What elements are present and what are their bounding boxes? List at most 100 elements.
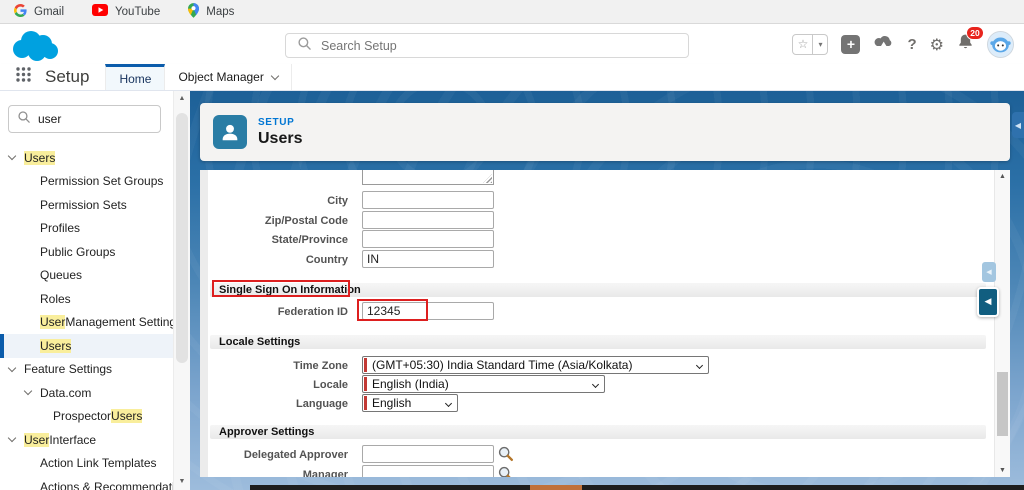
field-label: Zip/Postal Code [200,215,348,227]
sidebar-item-users[interactable]: Users [0,334,173,358]
sidebar-item-action-link-templates[interactable]: Action Link Templates [0,452,173,476]
avatar[interactable] [987,31,1014,58]
notifications-control[interactable]: 20 [957,33,974,55]
user-detail-form: City Zip/Postal Code State/Province Coun… [200,170,1010,477]
locale-select[interactable]: English (India) [362,375,605,393]
form-scrollbar[interactable]: ▲ ▼ [994,170,1010,477]
favorites-star-icon[interactable]: ☆ [792,34,813,55]
sidebar-item-queues[interactable]: Queues [0,264,173,288]
bookmark-youtube[interactable]: YouTube [92,4,160,19]
required-marker [364,377,367,391]
search-icon [298,37,311,55]
global-header: ☆ ▾ + ? ⚙ 20 [0,24,1024,64]
sidebar-item-users-group[interactable]: Users [0,146,173,170]
tab-home[interactable]: Home [105,64,165,90]
trailhead-icon[interactable] [873,34,894,54]
sidebar-item-actions-recommendations[interactable]: Actions & Recommendations [0,475,173,490]
field-label: Locale [200,379,348,391]
chevron-down-icon [445,399,452,406]
sidebar-item-profiles[interactable]: Profiles [0,217,173,241]
app-name: Setup [45,67,89,87]
field-label: Country [200,254,348,266]
setup-sidebar: Users Permission Set Groups Permission S… [0,91,190,490]
required-marker [364,396,367,410]
global-search[interactable] [285,33,689,58]
chevron-down-icon [8,364,16,372]
maps-pin-icon [188,3,199,21]
address-textarea[interactable] [362,170,494,185]
state-province-input[interactable] [362,230,494,248]
sidebar-item-feature-settings[interactable]: Feature Settings [0,358,173,382]
sidebar-item-permission-sets[interactable]: Permission Sets [0,193,173,217]
annotation-box-federation-id [357,299,428,321]
salesforce-logo[interactable] [8,27,60,68]
chevron-down-icon [8,152,16,160]
scrollbar-thumb[interactable] [176,113,188,363]
chevron-down-icon [271,71,279,79]
app-launcher-icon[interactable] [16,67,31,87]
page-header-eyebrow: SETUP [258,117,302,128]
annotation-box-sso [212,280,350,297]
field-label: Language [200,398,348,410]
quick-create-icon[interactable]: + [841,35,860,54]
chevron-down-icon [592,380,599,387]
lookup-icon[interactable] [498,446,514,462]
gear-icon[interactable]: ⚙ [930,35,944,54]
sidebar-item-public-groups[interactable]: Public Groups [0,240,173,264]
delegated-approver-input[interactable] [362,445,494,463]
setup-main-area: SETUP Users ◀ City Zip/Postal Code State… [190,91,1024,490]
bookmark-maps[interactable]: Maps [188,3,234,21]
bookmark-gmail[interactable]: Gmail [14,4,64,20]
sidebar-search-input[interactable] [38,112,148,126]
taskbar-sliver [250,485,1024,490]
bookmark-label: YouTube [115,6,160,18]
google-icon [14,4,27,20]
timezone-select[interactable]: (GMT+05:30) India Standard Time (Asia/Ko… [362,356,709,374]
sidebar-item-user-management-settings[interactable]: User Management Settings [0,311,173,335]
sidebar-search[interactable] [8,105,161,133]
search-setup-input[interactable] [321,39,651,53]
collapse-handle-primary[interactable]: ◀ [977,287,999,317]
field-label: Delegated Approver [200,449,348,461]
manager-input[interactable] [362,465,494,477]
bookmark-label: Maps [206,6,234,18]
sidebar-item-permission-set-groups[interactable]: Permission Set Groups [0,170,173,194]
zip-postal-code-input[interactable] [362,211,494,229]
sidebar-item-datacom[interactable]: Data.com [0,381,173,405]
favorites-control[interactable]: ☆ ▾ [792,34,828,55]
setup-tree: Users Permission Set Groups Permission S… [0,146,173,490]
lookup-icon[interactable] [498,466,514,477]
page-header-card: SETUP Users [200,103,1010,161]
scroll-up-icon[interactable]: ▲ [995,173,1010,180]
field-label: State/Province [200,234,348,246]
section-header-approver: Approver Settings [210,425,986,439]
scroll-down-icon[interactable]: ▼ [174,478,190,485]
search-icon [18,110,30,128]
scroll-down-icon[interactable]: ▼ [995,467,1010,474]
collapse-handle-secondary[interactable]: ◀ [982,262,996,282]
sidebar-item-user-interface[interactable]: User Interface [0,428,173,452]
sidebar-item-roles[interactable]: Roles [0,287,173,311]
sidebar-item-prospector-users[interactable]: Prospector Users [0,405,173,429]
favorites-caret-icon[interactable]: ▾ [813,34,828,55]
setup-nav-bar: Setup Home Object Manager [0,64,1024,91]
city-input[interactable] [362,191,494,209]
taskbar-app-indicator [530,485,582,490]
bookmark-label: Gmail [34,6,64,18]
scrollbar-thumb[interactable] [997,372,1008,436]
tab-object-manager[interactable]: Object Manager [165,64,291,90]
section-header-locale: Locale Settings [210,335,986,349]
field-label: Time Zone [200,360,348,372]
collapse-panel-button[interactable]: ◀ [1012,112,1024,138]
sidebar-scrollbar[interactable]: ▲ ▼ [173,91,190,490]
resize-grip-icon[interactable] [483,174,492,183]
language-select[interactable]: English [362,394,458,412]
notification-badge: 20 [966,26,984,40]
help-icon[interactable]: ? [907,36,916,53]
youtube-icon [92,4,108,19]
scroll-up-icon[interactable]: ▲ [174,95,190,102]
chevron-down-icon [24,387,32,395]
field-label: Manager [200,469,348,477]
country-input[interactable] [362,250,494,268]
browser-bookmarks-bar: Gmail YouTube Maps [0,0,1024,24]
